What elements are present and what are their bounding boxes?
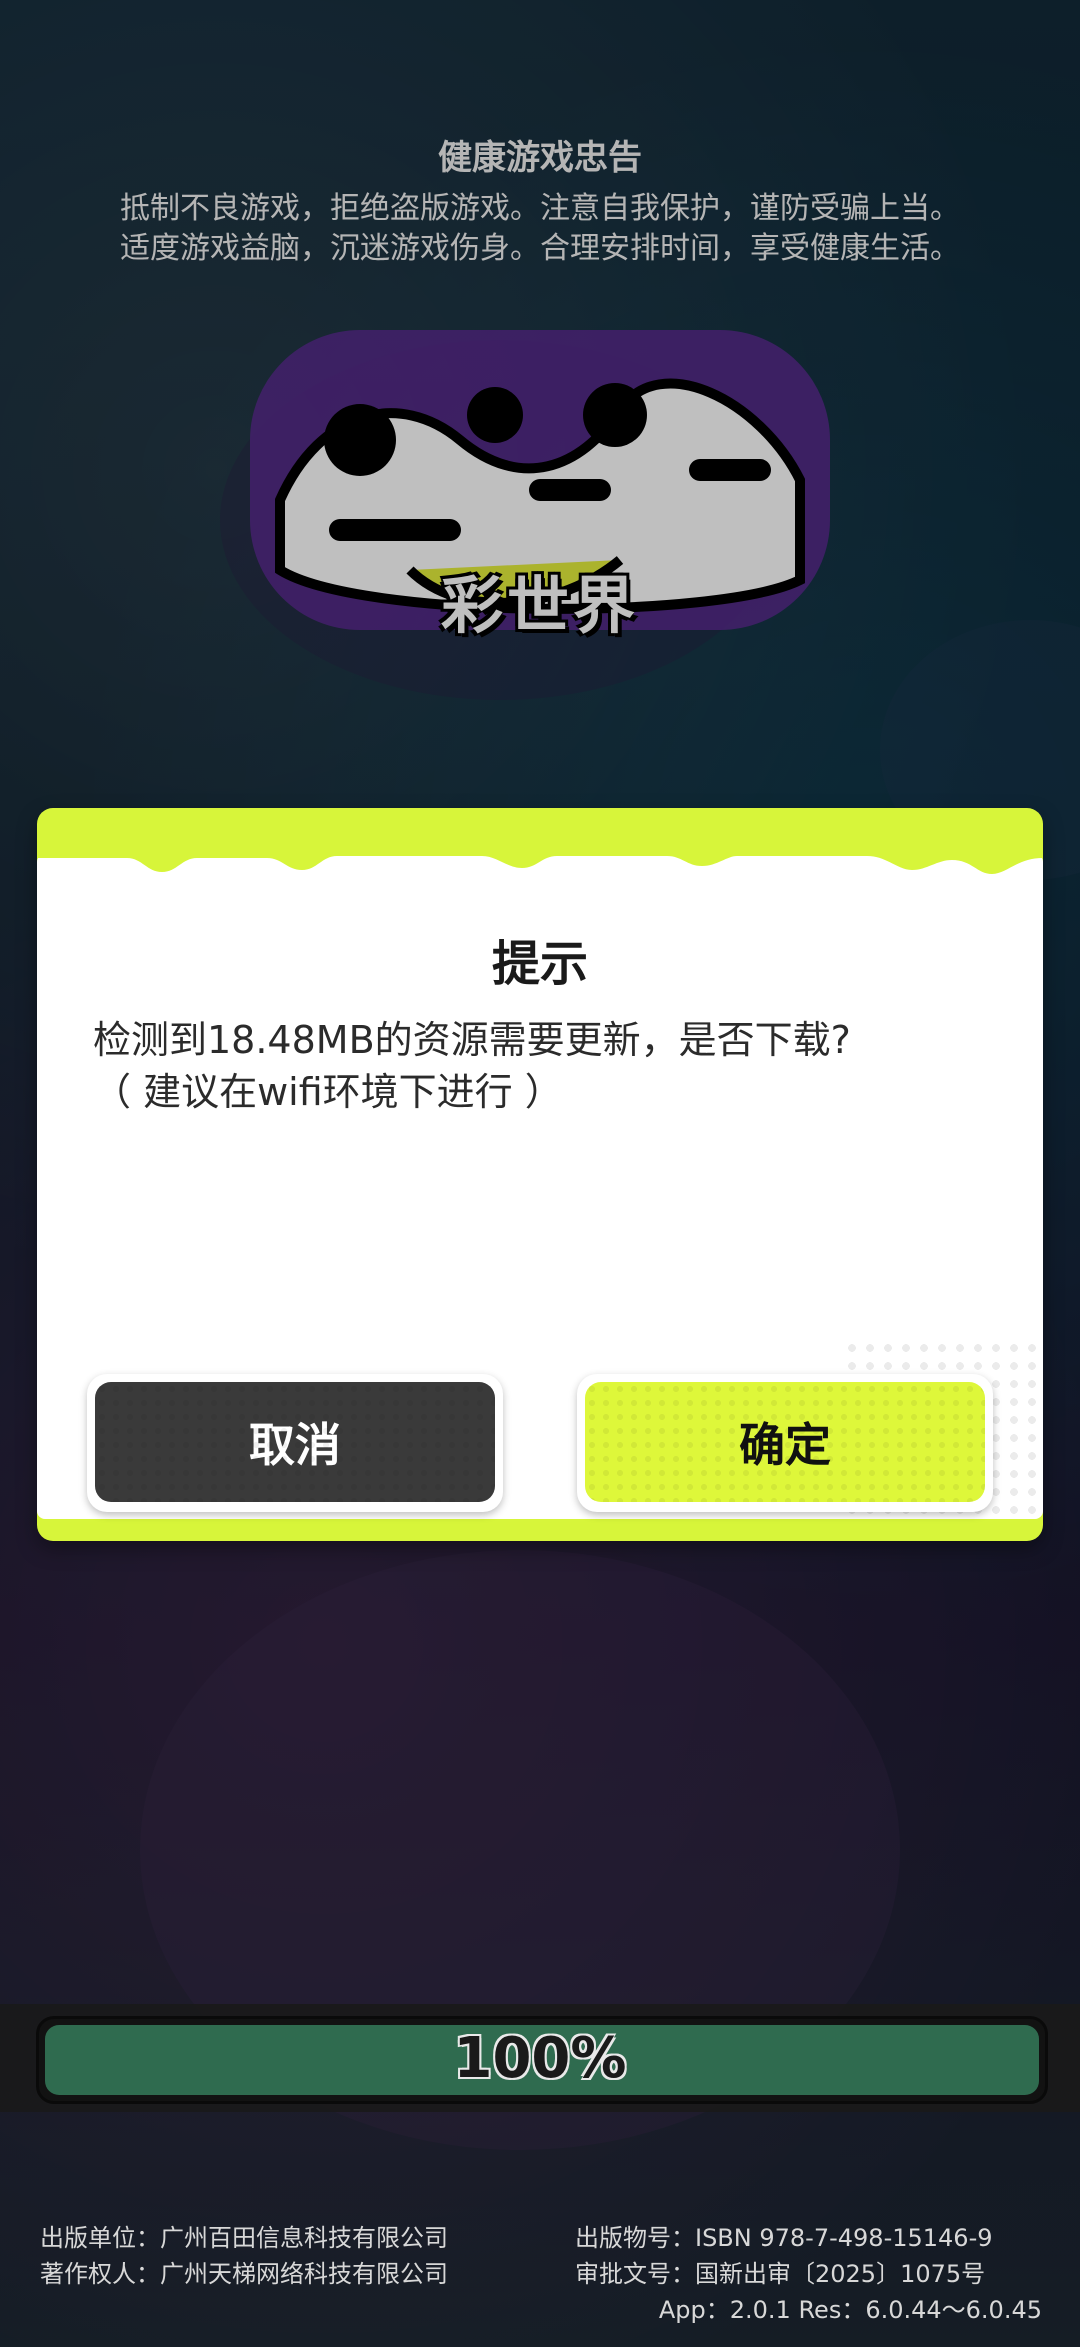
dialog-message: 检测到18.48MB的资源需要更新，是否下载? （ 建议在wifi环境下进行 ） [93,1014,987,1118]
dialog-message-line: 检测到18.48MB的资源需要更新，是否下载? [93,1018,851,1062]
cancel-button-frame: 取消 [87,1374,503,1512]
approval-text: 审批文号：国新出审〔2025〕1075号 [575,2260,986,2288]
confirm-button-frame: 确定 [577,1374,993,1512]
update-dialog: 提示 检测到18.48MB的资源需要更新，是否下载? （ 建议在wifi环境下进… [37,808,1043,1541]
dialog-body: 提示 检测到18.48MB的资源需要更新，是否下载? （ 建议在wifi环境下进… [37,854,1043,1519]
isbn-text: 出版物号：ISBN 978-7-498-15146-9 [575,2224,993,2252]
dialog-message-line: （ 建议在wifi环境下进行 ） [93,1070,563,1114]
footer-right: 出版物号：ISBN 978-7-498-15146-9 审批文号：国新出审〔20… [575,2220,993,2292]
footer-left: 出版单位：广州百田信息科技有限公司 著作权人：广州天梯网络科技有限公司 [40,2220,448,2292]
cancel-button[interactable]: 取消 [95,1382,495,1502]
confirm-button[interactable]: 确定 [585,1382,985,1502]
copyright-text: 著作权人：广州天梯网络科技有限公司 [40,2260,448,2288]
dialog-title: 提示 [491,936,588,992]
publisher-text: 出版单位：广州百田信息科技有限公司 [40,2224,448,2252]
version-text: App：2.0.1 Res：6.0.44～6.0.45 [658,2296,1042,2324]
progress-percent: 100% [453,2026,627,2091]
